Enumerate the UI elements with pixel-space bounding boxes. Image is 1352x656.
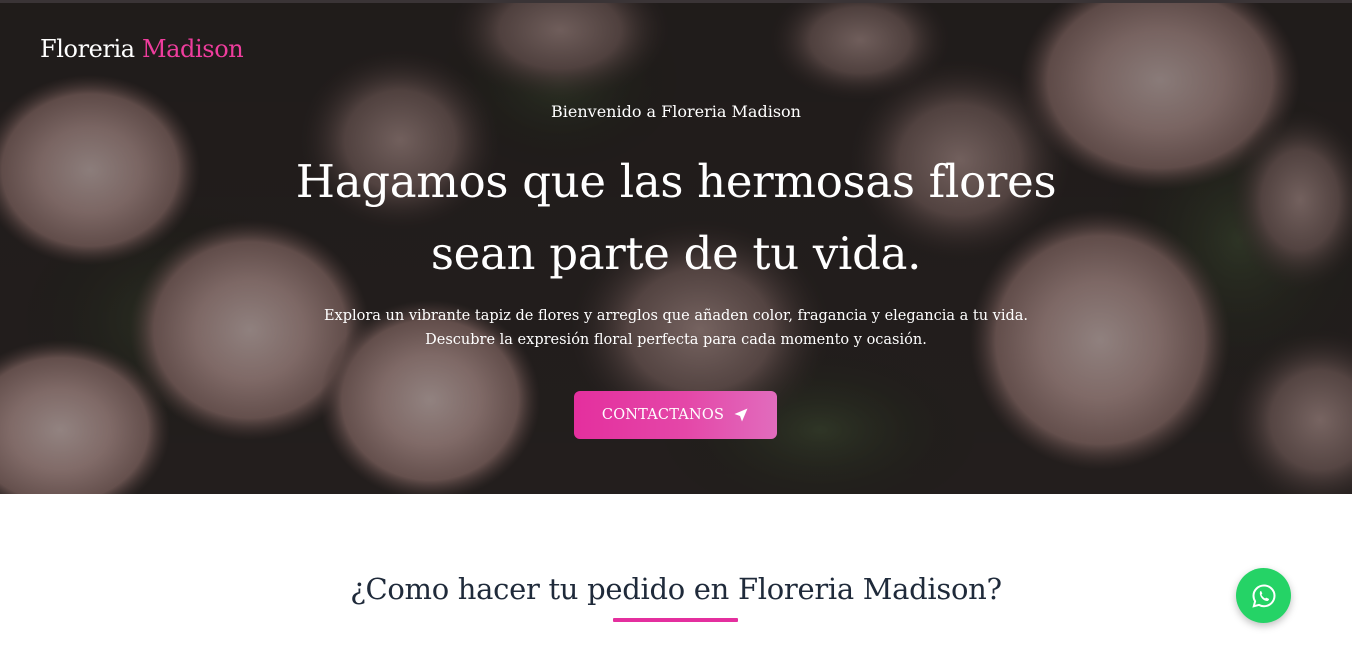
paper-plane-icon [733, 407, 749, 423]
hero-headline-line1: Hagamos que las hermosas flores [295, 155, 1057, 208]
contact-button-label: CONTACTANOS [601, 407, 725, 423]
brand-logo[interactable]: Floreria Madison [40, 35, 244, 63]
top-border [0, 0, 1352, 3]
whatsapp-icon [1251, 583, 1277, 609]
hero-description-line1: Explora un vibrante tapiz de flores y ar… [323, 308, 1029, 324]
section-title-underline [613, 618, 738, 622]
hero-welcome-text: Bienvenido a Floreria Madison [551, 102, 801, 121]
hero-headline-line2: sean parte de tu vida. [430, 227, 922, 280]
brand-name-second: Madison [141, 35, 244, 63]
brand-name-first: Floreria [40, 35, 135, 63]
contact-button[interactable]: CONTACTANOS [574, 391, 777, 439]
section-title: ¿Como hacer tu pedido en Floreria Madiso… [350, 572, 1002, 606]
whatsapp-button[interactable] [1236, 568, 1291, 623]
hero-description-line2: Descubre la expresión floral perfecta pa… [425, 332, 927, 348]
hero-headline: Hagamos que las hermosas flores sean par… [0, 146, 1352, 290]
hero-section: Floreria Madison Bienvenido a Floreria M… [0, 0, 1352, 494]
hero-description: Explora un vibrante tapiz de flores y ar… [0, 304, 1352, 352]
